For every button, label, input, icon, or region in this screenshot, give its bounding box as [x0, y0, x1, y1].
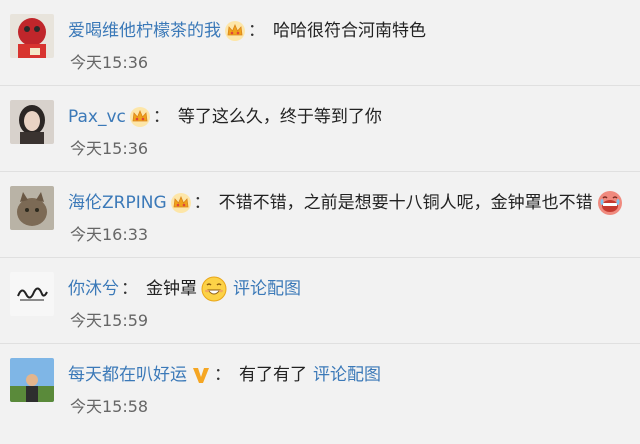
v-verified-icon	[190, 364, 212, 386]
avatar[interactable]	[10, 186, 54, 230]
timestamp: 今天15:36	[70, 139, 149, 158]
comment-item: 每天都在叭好运 ： 有了有了 评论配图 今天15:58	[0, 344, 640, 444]
crying-face-icon	[597, 190, 623, 216]
crown-icon	[170, 192, 192, 214]
separator: ：	[152, 107, 170, 127]
timestamp: 今天15:36	[70, 53, 149, 72]
comment-line: 你沐兮 ： 金钟罩 评论配图	[68, 274, 301, 304]
comment-line: 爱喝维他柠檬茶的我 ： 哈哈很符合河南特色	[68, 16, 426, 46]
separator: ：	[248, 21, 265, 41]
comment-line: 海伦ZRPING ： 不错不错，之前是想要十八铜人呢，金钟罩也不错	[68, 188, 623, 218]
comment-line: Pax_vc ： 等了这么久，终于等到了你	[68, 102, 382, 132]
comment-text: 金钟罩	[146, 279, 197, 299]
comment-image-link[interactable]: 评论配图	[313, 360, 381, 390]
crown-icon	[224, 20, 246, 42]
username[interactable]: 爱喝维他柠檬茶的我	[68, 16, 221, 46]
comment-text: 哈哈很符合河南特色	[273, 21, 426, 41]
comment-item: 爱喝维他柠檬茶的我 ： 哈哈很符合河南特色 今天15:36	[0, 0, 640, 86]
grinning-face-icon	[201, 276, 227, 302]
comment-text: 不错不错，之前是想要十八铜人呢，金钟罩也不错	[218, 193, 593, 213]
timestamp: 今天15:59	[70, 311, 149, 330]
avatar[interactable]	[10, 358, 54, 402]
username[interactable]: Pax_vc	[68, 102, 126, 132]
comment-list: 爱喝维他柠檬茶的我 ： 哈哈很符合河南特色 今天15:36 Pax_vc ： 等…	[0, 0, 640, 444]
comment-item: Pax_vc ： 等了这么久，终于等到了你 今天15:36	[0, 86, 640, 172]
comment-item: 你沐兮 ： 金钟罩 评论配图 今天15:59	[0, 258, 640, 344]
username[interactable]: 每天都在叭好运	[68, 360, 187, 390]
avatar[interactable]	[10, 272, 54, 316]
comment-item: 海伦ZRPING ： 不错不错，之前是想要十八铜人呢，金钟罩也不错 今天16:3…	[0, 172, 640, 258]
avatar[interactable]	[10, 14, 54, 58]
timestamp: 今天16:33	[70, 225, 149, 244]
separator: ：	[193, 193, 211, 213]
comment-text: 等了这么久，终于等到了你	[177, 107, 382, 127]
avatar[interactable]	[10, 100, 54, 144]
comment-text: 有了有了	[239, 365, 307, 385]
separator: ：	[121, 279, 138, 299]
comment-image-link[interactable]: 评论配图	[233, 274, 301, 304]
timestamp: 今天15:58	[70, 397, 149, 416]
crown-icon	[129, 106, 151, 128]
separator: ：	[214, 365, 231, 385]
username[interactable]: 你沐兮	[68, 274, 119, 304]
username[interactable]: 海伦ZRPING	[68, 188, 167, 218]
comment-line: 每天都在叭好运 ： 有了有了 评论配图	[68, 360, 381, 390]
